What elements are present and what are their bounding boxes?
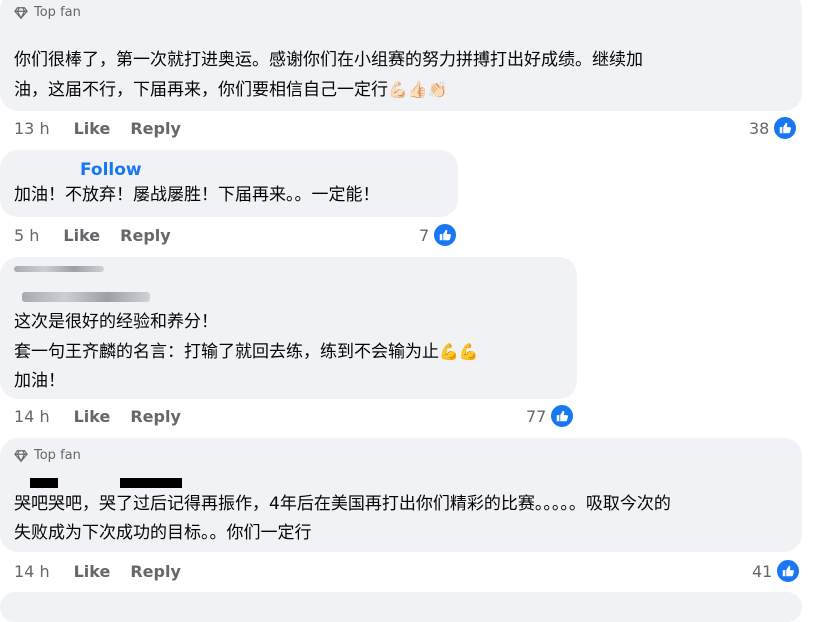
- badge-label: Top fan: [34, 448, 81, 463]
- comment-line: 加油！不放弃！屡战屡胜！下届再来。。一定能！: [14, 185, 380, 205]
- redacted-name: [30, 478, 58, 488]
- redacted-name: [120, 478, 182, 488]
- comment-text: 加油！不放弃！屡战屡胜！下届再来。。一定能！: [14, 181, 380, 210]
- comment-line: 哭吧哭吧，哭了过后记得再振作，4年后在美国再打出你们精彩的比赛。。。。。吸取今次…: [14, 494, 671, 514]
- comment-actions: 14 h Like Reply: [14, 562, 201, 581]
- comment-text: 你们很棒了，第一次就打进奥运。感谢你们在小组赛的努力拼搏打出好成绩。继续加 油，…: [14, 46, 643, 105]
- thumbs-up-icon: [772, 115, 799, 141]
- reply-button[interactable]: Reply: [120, 226, 171, 245]
- diamond-icon: [14, 6, 28, 20]
- reaction-number: 7: [419, 225, 430, 245]
- reaction-number: 41: [752, 561, 773, 581]
- reply-button[interactable]: Reply: [130, 407, 181, 426]
- reply-button[interactable]: Reply: [130, 119, 181, 138]
- like-button[interactable]: Like: [74, 562, 111, 581]
- badge-label: Top fan: [34, 5, 81, 20]
- comment-text: 这次是很好的经验和养分！ 套一句王齐麟的名言：打输了就回去练，练到不会输为止💪💪…: [14, 308, 479, 396]
- comment-line: 这次是很好的经验和养分！: [14, 312, 218, 332]
- reaction-count[interactable]: 77: [526, 403, 576, 429]
- reaction-number: 38: [749, 118, 770, 138]
- comment-actions: 13 h Like Reply: [14, 119, 201, 138]
- obscured-author-badge: [14, 266, 104, 272]
- like-button[interactable]: Like: [74, 407, 111, 426]
- top-fan-badge: Top fan: [14, 448, 81, 463]
- reaction-count[interactable]: 38: [749, 115, 799, 141]
- reaction-count[interactable]: 41: [752, 558, 802, 584]
- top-fan-badge: Top fan: [14, 5, 81, 20]
- like-button[interactable]: Like: [74, 119, 111, 138]
- comment-line: 加油！: [14, 371, 65, 391]
- thumbs-up-icon: [775, 558, 802, 584]
- timestamp[interactable]: 5 h: [14, 226, 39, 245]
- thumbs-up-icon: [549, 403, 576, 429]
- comment-actions: 14 h Like Reply: [14, 407, 201, 426]
- obscured-author-name: [22, 292, 150, 302]
- comment-line: 失败成为下次成功的目标。。你们一定行: [14, 523, 312, 543]
- diamond-icon: [14, 449, 28, 463]
- emoji-group: 💪💪: [439, 342, 479, 361]
- comment-text: 哭吧哭吧，哭了过后记得再振作，4年后在美国再打出你们精彩的比赛。。。。。吸取今次…: [14, 490, 671, 548]
- comment-line: 你们很棒了，第一次就打进奥运。感谢你们在小组赛的努力拼搏打出好成绩。继续加: [14, 50, 643, 70]
- follow-button[interactable]: Follow: [80, 160, 142, 180]
- reply-button[interactable]: Reply: [130, 562, 181, 581]
- comment-line: 套一句王齐麟的名言：打输了就回去练，练到不会输为止: [14, 342, 439, 362]
- like-button[interactable]: Like: [63, 226, 100, 245]
- thumbs-up-icon: [432, 222, 459, 248]
- timestamp[interactable]: 14 h: [14, 562, 50, 581]
- timestamp[interactable]: 14 h: [14, 407, 50, 426]
- reaction-number: 77: [526, 406, 547, 426]
- comment-actions: 5 h Like Reply: [14, 226, 191, 245]
- timestamp[interactable]: 13 h: [14, 119, 50, 138]
- emoji-group: 💪🏻👍🏻👏🏻: [388, 80, 448, 99]
- comment-line: 油，这届不行，下届再来，你们要相信自己一定行: [14, 80, 388, 100]
- reaction-count[interactable]: 7: [419, 222, 459, 248]
- comment-bubble-next: [0, 592, 802, 622]
